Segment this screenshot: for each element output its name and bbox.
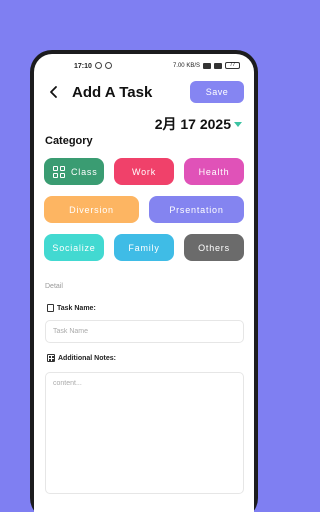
category-label: Prsentation (169, 204, 224, 215)
date-picker[interactable]: 2月 17 2025 (155, 114, 242, 134)
category-title: Category (45, 135, 93, 147)
category-others-button[interactable]: Others (184, 234, 244, 261)
notes-textarea[interactable] (45, 372, 244, 494)
category-work-button[interactable]: Work (114, 158, 174, 185)
notification-icon (105, 62, 112, 69)
category-health-button[interactable]: Health (184, 158, 244, 185)
category-label: Health (198, 166, 230, 177)
category-label: Class (71, 166, 98, 177)
category-label: Work (131, 166, 157, 177)
document-icon (47, 304, 54, 312)
date-text: 2月 17 2025 (154, 116, 231, 132)
grid-icon (53, 165, 65, 178)
arrow-left-icon[interactable] (46, 84, 62, 100)
status-right-group: 7.00 KB/S 77 (173, 62, 240, 69)
caret-down-icon (234, 121, 242, 127)
category-label: Family (128, 242, 160, 253)
notes-label: Additional Notes: (47, 354, 116, 362)
category-diversion-button[interactable]: Diversion (44, 196, 139, 223)
wifi-icon (203, 62, 211, 69)
category-label: Diversion (69, 204, 114, 215)
page-title: Add A Task (72, 84, 153, 101)
notification-icon (95, 62, 102, 69)
status-time: 17:10 (74, 63, 92, 70)
save-button[interactable]: Save (190, 81, 244, 103)
task-name-input[interactable] (45, 320, 244, 343)
notes-icon (47, 354, 55, 362)
task-name-label-text: Task Name: (57, 304, 96, 312)
category-label: Socialize (52, 242, 96, 253)
signal-icon (214, 62, 222, 69)
category-class-button[interactable]: Class (44, 158, 104, 185)
status-bar: 17:10 7.00 KB/S 77 (34, 54, 254, 80)
detail-section-label: Detail (45, 283, 63, 290)
header: Add A Task Save (34, 80, 254, 106)
notes-label-text: Additional Notes: (58, 354, 116, 362)
category-family-button[interactable]: Family (114, 234, 174, 261)
category-socialize-button[interactable]: Socialize (44, 234, 104, 261)
category-label: Others (198, 242, 230, 253)
battery-icon: 77 (225, 62, 240, 69)
app-screen: 17:10 7.00 KB/S 77 Add A Task Save 2月 17… (34, 54, 254, 512)
task-name-label: Task Name: (47, 304, 96, 312)
category-prsentation-button[interactable]: Prsentation (149, 196, 244, 223)
status-notification-icons (95, 62, 112, 69)
network-speed: 7.00 KB/S (172, 62, 200, 69)
